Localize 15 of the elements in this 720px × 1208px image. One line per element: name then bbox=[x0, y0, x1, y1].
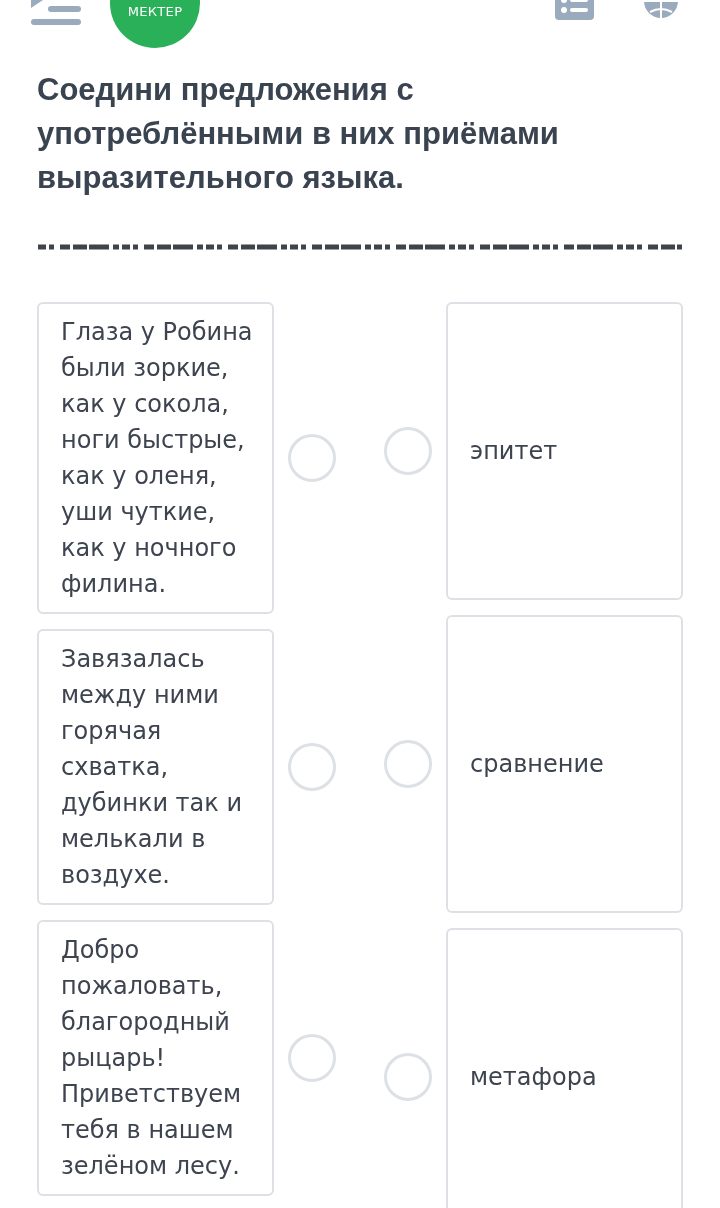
radio-button[interactable] bbox=[384, 740, 432, 788]
menu-icon[interactable] bbox=[31, 0, 81, 27]
question-title: Соедини предложения с употреблёнными в них приёмами выразительного языка. bbox=[37, 71, 560, 197]
answer-card[interactable]: эпитет bbox=[446, 302, 683, 600]
sentence-card[interactable]: Глаза у Робина были зоркие, как у сокола, ноги быстрые, как у оленя, уши чуткие, как у ночного филина. bbox=[37, 302, 274, 614]
radio-button[interactable] bbox=[288, 434, 336, 482]
answer-card[interactable]: сравнение bbox=[446, 615, 683, 913]
radio-button[interactable] bbox=[384, 1053, 432, 1101]
sentence-card[interactable]: Завязалась между ними горячая схватка, дубинки так и мелькали в воздухе. bbox=[37, 629, 274, 905]
radio-button[interactable] bbox=[288, 1034, 336, 1082]
logo-text: МЕКТЕР bbox=[127, 5, 183, 18]
sentence-card[interactable]: Добро пожаловать, благородный рыцарь! Приветствуем тебя в нашем зелёном лесу. bbox=[37, 920, 274, 1196]
radio-button[interactable] bbox=[288, 743, 336, 791]
radio-button[interactable] bbox=[384, 427, 432, 475]
answer-card[interactable]: метафора bbox=[446, 928, 683, 1208]
